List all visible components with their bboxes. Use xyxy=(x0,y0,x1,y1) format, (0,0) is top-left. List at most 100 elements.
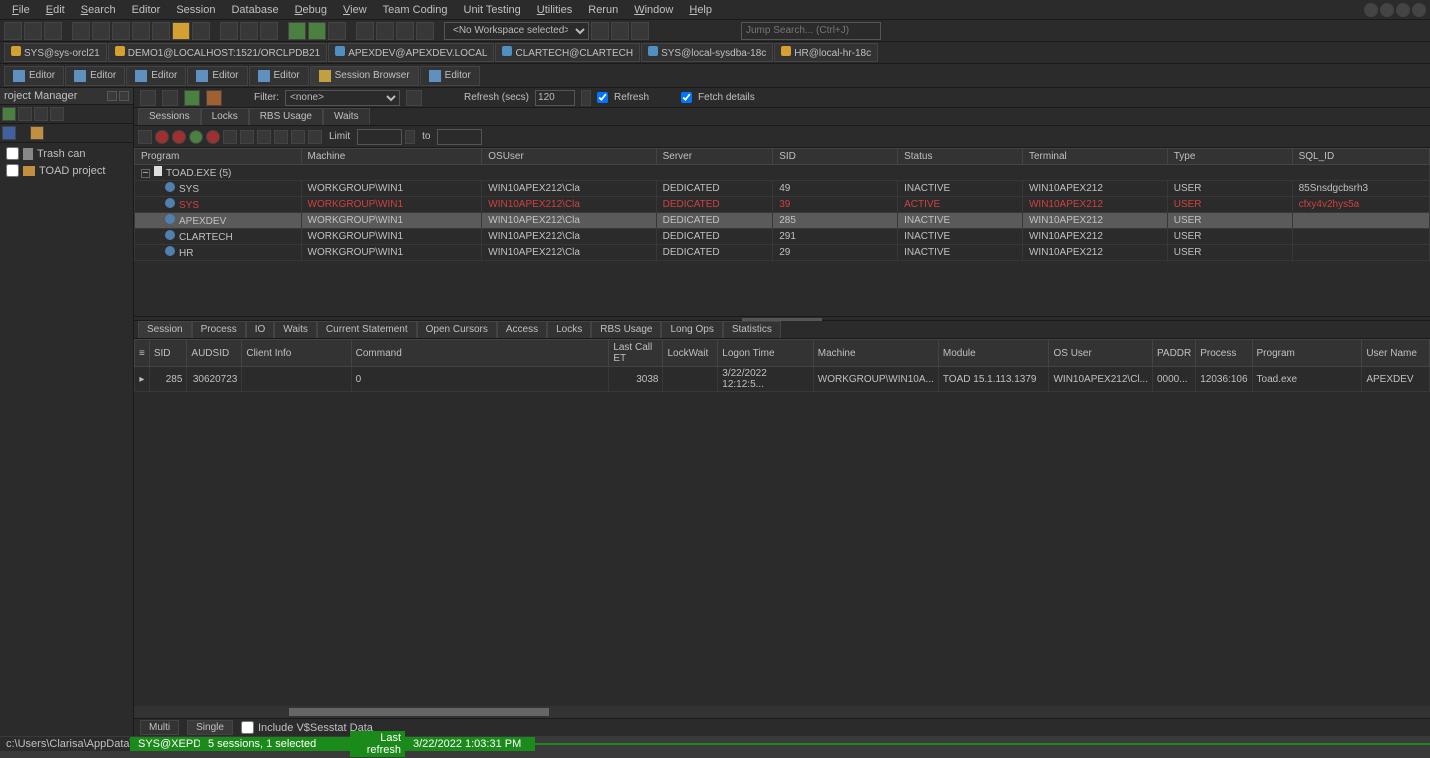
fetch-details-check[interactable] xyxy=(681,92,692,103)
detail-col-paddr[interactable]: PADDR xyxy=(1152,340,1195,367)
detail-col-module[interactable]: Module xyxy=(938,340,1049,367)
tool-open-icon[interactable] xyxy=(24,22,42,40)
collapse-icon[interactable]: − xyxy=(141,169,150,178)
menu-database[interactable]: Database xyxy=(223,2,286,18)
tool-find-icon[interactable] xyxy=(152,22,170,40)
tree-trash-can[interactable]: Trash can xyxy=(2,145,131,162)
tool-commit-icon[interactable] xyxy=(220,22,238,40)
ab-rec-icon[interactable] xyxy=(206,130,220,144)
editor-tab[interactable]: Editor xyxy=(420,66,480,86)
menu-help[interactable]: Help xyxy=(681,2,720,18)
ab-stop-icon[interactable] xyxy=(172,130,186,144)
tool-ws2-icon[interactable] xyxy=(611,22,629,40)
col-indicator[interactable]: ≡ xyxy=(135,340,150,367)
session-row[interactable]: HRWORKGROUP\WIN1WIN10APEX212\ClaDEDICATE… xyxy=(135,245,1430,261)
menu-debug[interactable]: Debug xyxy=(287,2,335,18)
ab-go-icon[interactable] xyxy=(189,130,203,144)
menu-edit[interactable]: Edit xyxy=(38,2,73,18)
menu-window[interactable]: Window xyxy=(626,2,681,18)
detail-col-program[interactable]: Program xyxy=(1252,340,1362,367)
detail-col-sid[interactable]: SID xyxy=(149,340,187,367)
tool-opt1-icon[interactable] xyxy=(356,22,374,40)
menu-editor[interactable]: Editor xyxy=(124,2,169,18)
menu-view[interactable]: View xyxy=(335,2,375,18)
limit-from-input[interactable] xyxy=(357,129,402,145)
menu-search[interactable]: Search xyxy=(73,2,124,18)
detail-col-machine[interactable]: Machine xyxy=(813,340,938,367)
tool-step-icon[interactable] xyxy=(328,22,346,40)
detail-col-client-info[interactable]: Client Info xyxy=(242,340,351,367)
ab-redo-icon[interactable] xyxy=(308,130,322,144)
detail-tab-current-statement[interactable]: Current Statement xyxy=(317,321,417,338)
detail-col-logon-time[interactable]: Logon Time xyxy=(718,340,813,367)
refresh-icon[interactable] xyxy=(184,90,200,106)
tool-opt2-icon[interactable] xyxy=(376,22,394,40)
minimize-icon[interactable] xyxy=(1364,3,1378,17)
tool-new-icon[interactable] xyxy=(4,22,22,40)
menu-team-coding[interactable]: Team Coding xyxy=(375,2,456,18)
session-detail-grid[interactable]: ≡SIDAUDSIDClient InfoCommandLast Call ET… xyxy=(134,339,1430,718)
tree-check[interactable] xyxy=(6,147,19,160)
col-sql_id[interactable]: SQL_ID xyxy=(1292,149,1429,165)
subtab-sessions[interactable]: Sessions xyxy=(138,108,201,125)
subtab-locks[interactable]: Locks xyxy=(201,108,249,125)
tool-ws3-icon[interactable] xyxy=(631,22,649,40)
tool-rollback-icon[interactable] xyxy=(240,22,258,40)
pt-config-icon[interactable] xyxy=(50,107,64,121)
tool-rebuild-icon[interactable] xyxy=(132,22,150,40)
editor-tab[interactable]: Editor xyxy=(126,66,186,86)
connection-tab[interactable]: SYS@sys-orcl21 xyxy=(4,43,107,62)
restore-icon[interactable] xyxy=(1396,3,1410,17)
tool-toggle-icon[interactable] xyxy=(260,22,278,40)
tool-run-icon[interactable] xyxy=(308,22,326,40)
editor-tab[interactable]: Editor xyxy=(187,66,247,86)
col-type[interactable]: Type xyxy=(1167,149,1292,165)
detail-col-command[interactable]: Command xyxy=(351,340,609,367)
pt-refresh-icon[interactable] xyxy=(34,107,48,121)
detail-tab-long-ops[interactable]: Long Ops xyxy=(661,321,722,338)
menu-rerun[interactable]: Rerun xyxy=(580,2,626,18)
detail-col-last-call-et[interactable]: Last Call ET xyxy=(609,340,663,367)
detail-tab-open-cursors[interactable]: Open Cursors xyxy=(417,321,497,338)
connection-tab[interactable]: APEXDEV@APEXDEV.LOCAL xyxy=(328,43,494,62)
menu-utilities[interactable]: Utilities xyxy=(529,2,580,18)
pt-dropdown-icon[interactable] xyxy=(18,107,32,121)
pt-folder-icon[interactable] xyxy=(30,126,44,140)
detail-tab-access[interactable]: Access xyxy=(497,321,547,338)
panel-pin-icon[interactable] xyxy=(107,91,117,101)
nav-forward-icon[interactable] xyxy=(162,90,178,106)
col-status[interactable]: Status xyxy=(898,149,1023,165)
session-row[interactable]: SYSWORKGROUP\WIN1WIN10APEX212\ClaDEDICAT… xyxy=(135,181,1430,197)
tool-editor-icon[interactable] xyxy=(92,22,110,40)
tool-execute-icon[interactable] xyxy=(172,22,190,40)
connection-tab[interactable]: SYS@local-sysdba-18c xyxy=(641,43,773,62)
ab-dropdown-icon[interactable] xyxy=(223,130,237,144)
col-osuser[interactable]: OSUser xyxy=(482,149,656,165)
ab-select-icon[interactable] xyxy=(138,130,152,144)
refresh-secs-input[interactable] xyxy=(535,90,575,106)
tool-refresh-icon[interactable] xyxy=(288,22,306,40)
ab-tool1-icon[interactable] xyxy=(240,130,254,144)
tool-opt3-icon[interactable] xyxy=(396,22,414,40)
detail-row[interactable]: ▸ 285 30620723 0 3038 3/22/2022 12:12:5.… xyxy=(135,367,1430,392)
ab-tool2-icon[interactable] xyxy=(257,130,271,144)
session-row[interactable]: SYSWORKGROUP\WIN1WIN10APEX212\ClaDEDICAT… xyxy=(135,197,1430,213)
menu-session[interactable]: Session xyxy=(168,2,223,18)
sessions-grid[interactable]: ProgramMachineOSUserServerSIDStatusTermi… xyxy=(134,148,1430,316)
close-icon[interactable] xyxy=(1412,3,1426,17)
session-row[interactable]: CLARTECHWORKGROUP\WIN1WIN10APEX212\ClaDE… xyxy=(135,229,1430,245)
session-row[interactable]: APEXDEVWORKGROUP\WIN1WIN10APEX212\ClaDED… xyxy=(135,213,1430,229)
single-tab[interactable]: Single xyxy=(187,720,233,735)
editor-tab[interactable]: Editor xyxy=(65,66,125,86)
detail-tab-process[interactable]: Process xyxy=(192,321,246,338)
detail-col-lockwait[interactable]: LockWait xyxy=(663,340,718,367)
col-program[interactable]: Program xyxy=(135,149,302,165)
detail-col-os-user[interactable]: OS User xyxy=(1049,340,1152,367)
include-vstat-check[interactable] xyxy=(241,721,254,734)
horizontal-scrollbar[interactable] xyxy=(134,706,1430,718)
subtab-rbs-usage[interactable]: RBS Usage xyxy=(249,108,323,125)
limit-to-input[interactable] xyxy=(437,129,482,145)
nav-back-icon[interactable] xyxy=(140,90,156,106)
tool-ws1-icon[interactable] xyxy=(591,22,609,40)
multi-tab[interactable]: Multi xyxy=(140,720,179,735)
